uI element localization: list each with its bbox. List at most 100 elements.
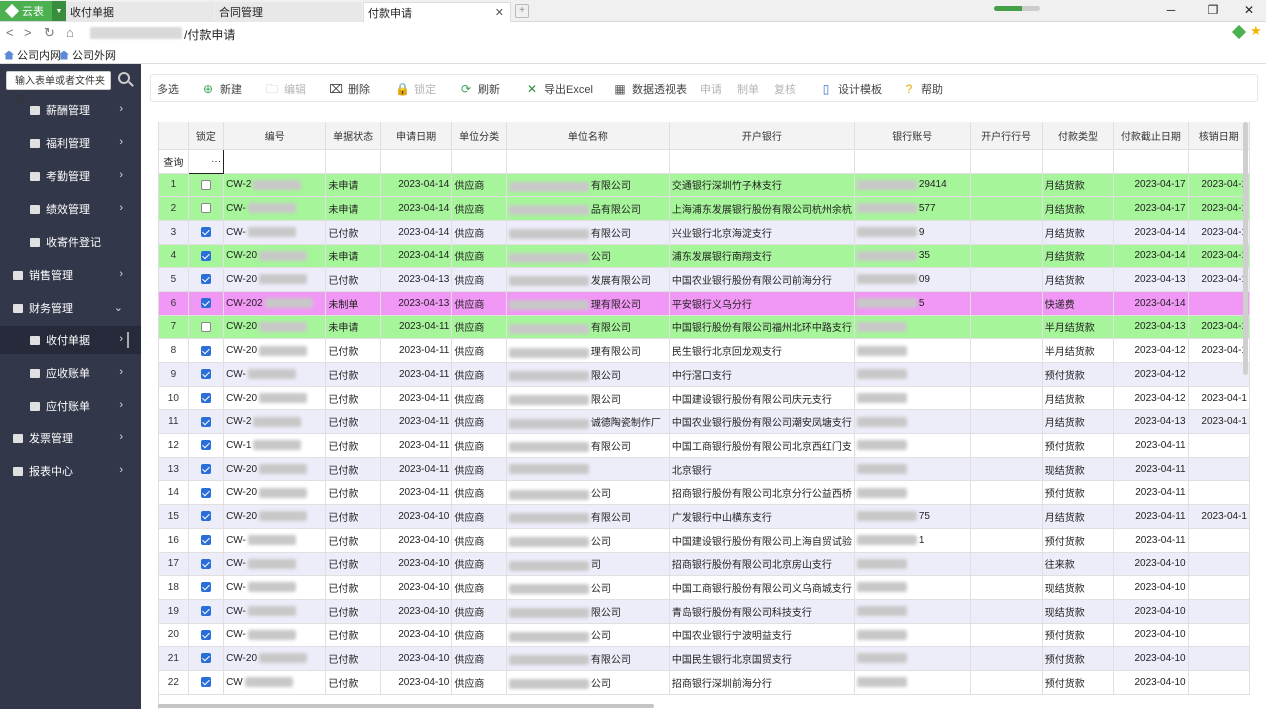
cell-account[interactable]	[854, 433, 971, 458]
lock-cell[interactable]	[188, 362, 225, 387]
cell-name[interactable]: 公司	[506, 480, 670, 506]
cell-id[interactable]: CW-	[223, 552, 327, 577]
cell-name[interactable]: 品有限公司	[506, 196, 670, 221]
cell-bank-code[interactable]	[970, 504, 1043, 529]
cell-due-date[interactable]: 2023-04-11	[1113, 528, 1189, 553]
cell-verify-date[interactable]	[1188, 646, 1250, 671]
cell-name[interactable]: 有限公司	[506, 433, 670, 458]
cell-payment-type[interactable]: 预付货款	[1042, 670, 1115, 695]
lock-cell[interactable]	[188, 528, 225, 553]
cell-date[interactable]: 2023-04-10	[380, 552, 453, 577]
cell-bank-code[interactable]	[970, 338, 1043, 363]
cell-bank[interactable]: 中国农业银行股份有限公司潮安凤塘支行	[669, 409, 855, 435]
cell-payment-type[interactable]: 往来款	[1042, 552, 1115, 577]
table-row[interactable]: 3 CW- 已付款 2023-04-14 供应商 有限公司 兴业银行北京海淀支行 9 月结货款 2…	[159, 220, 1250, 245]
column-header[interactable]: 开户银行	[669, 122, 855, 150]
cell-due-date[interactable]: 2023-04-17	[1113, 196, 1189, 221]
cell-status[interactable]: 已付款	[325, 480, 381, 506]
lock-cell[interactable]	[188, 338, 225, 363]
cell-account[interactable]	[854, 338, 971, 363]
filter-options-button[interactable]: ···	[187, 148, 225, 174]
toolbar-button[interactable]: ⊕ 新建	[201, 81, 242, 97]
cell-payment-type[interactable]: 现结货款	[1042, 457, 1115, 482]
column-header[interactable]: 付款类型	[1042, 122, 1115, 150]
cell-status[interactable]: 未申请	[325, 173, 381, 198]
cell-due-date[interactable]: 2023-04-14	[1113, 220, 1189, 245]
filter-cell[interactable]	[1188, 149, 1250, 174]
cell-payment-type[interactable]: 月结货款	[1042, 173, 1115, 198]
cell-due-date[interactable]: 2023-04-10	[1113, 599, 1189, 624]
cell-date[interactable]: 2023-04-10	[380, 623, 453, 648]
cell-name[interactable]	[506, 457, 670, 482]
cell-account[interactable]	[854, 552, 971, 577]
cell-id[interactable]: CW-	[223, 220, 327, 245]
cell-id[interactable]: CW-1	[223, 433, 327, 458]
cell-verify-date[interactable]: 2023-04-1	[1188, 315, 1250, 340]
extension-icon[interactable]	[1231, 24, 1247, 40]
sidebar-item[interactable]: 应收账单 ›	[0, 359, 141, 387]
cell-category[interactable]: 供应商	[451, 457, 507, 482]
cell-verify-date[interactable]: 2023-04-1	[1188, 504, 1250, 529]
multi-select-toggle[interactable]: 多选	[157, 81, 179, 97]
filter-cell[interactable]	[669, 149, 855, 174]
cell-bank[interactable]: 中国建设银行股份有限公司庆元支行	[669, 386, 855, 411]
cell-category[interactable]: 供应商	[451, 575, 507, 600]
cell-payment-type[interactable]: 快递费	[1042, 291, 1115, 316]
cell-date[interactable]: 2023-04-11	[380, 457, 453, 482]
sidebar-item[interactable]: 发票管理 ›	[0, 424, 141, 452]
cell-name[interactable]: 限公司	[506, 599, 670, 624]
cell-bank[interactable]: 中行滘口支行	[669, 362, 855, 387]
filter-cell[interactable]	[1042, 149, 1115, 174]
cell-category[interactable]: 供应商	[451, 338, 507, 363]
cell-bank-code[interactable]	[970, 433, 1043, 458]
lock-checkbox[interactable]	[200, 416, 211, 427]
lock-checkbox[interactable]	[200, 321, 211, 332]
cell-bank[interactable]: 兴业银行北京海淀支行	[669, 220, 855, 245]
close-tab-icon[interactable]: ✕	[495, 6, 504, 19]
cell-verify-date[interactable]	[1188, 575, 1250, 600]
column-header[interactable]: 开户行行号	[970, 122, 1043, 150]
lock-cell[interactable]	[188, 244, 225, 269]
cell-date[interactable]: 2023-04-10	[380, 599, 453, 624]
sidebar-item[interactable]: 应付账单 ›	[0, 392, 141, 420]
cell-date[interactable]: 2023-04-14	[380, 244, 453, 269]
cell-payment-type[interactable]: 预付货款	[1042, 362, 1115, 387]
cell-account[interactable]: 09	[854, 267, 971, 292]
cell-status[interactable]: 已付款	[325, 409, 381, 435]
cell-verify-date[interactable]: 2023-04-1	[1188, 173, 1250, 198]
cell-verify-date[interactable]: 2023-04-1	[1188, 196, 1250, 221]
sidebar-item[interactable]: 财务管理 ⌄	[0, 294, 141, 322]
lock-cell[interactable]	[188, 552, 225, 577]
lock-cell[interactable]	[188, 220, 225, 245]
lock-checkbox[interactable]	[200, 179, 211, 190]
home-icon[interactable]: ⌂	[66, 25, 74, 40]
toolbar-button[interactable]: ▯ 设计模板	[819, 81, 882, 97]
lock-checkbox[interactable]	[200, 227, 211, 238]
tab-合同管理[interactable]: 合同管理	[215, 2, 362, 22]
cell-date[interactable]: 2023-04-11	[380, 338, 453, 363]
vertical-scrollbar[interactable]	[1243, 122, 1248, 375]
cell-name[interactable]: 公司	[506, 528, 670, 553]
table-row[interactable]: 14 CW-20 已付款 2023-04-11 供应商 公司 招商银行股份有限公司北京分行公…	[159, 480, 1250, 506]
sidebar-item[interactable]: 报表中心 ›	[0, 457, 141, 485]
column-header[interactable]: 单位名称	[506, 122, 670, 150]
cell-category[interactable]: 供应商	[451, 528, 507, 553]
cell-bank[interactable]: 交通银行深圳竹子林支行	[669, 173, 855, 198]
cell-bank-code[interactable]	[970, 457, 1043, 482]
cell-name[interactable]: 公司	[506, 575, 670, 600]
toolbar-button[interactable]: 申请	[700, 81, 722, 97]
cell-date[interactable]: 2023-04-10	[380, 575, 453, 600]
cell-bank[interactable]: 广发银行中山横东支行	[669, 504, 855, 529]
cell-account[interactable]	[854, 670, 971, 695]
cell-payment-type[interactable]: 月结货款	[1042, 267, 1115, 292]
cell-date[interactable]: 2023-04-14	[380, 220, 453, 245]
cell-status[interactable]: 未申请	[325, 196, 381, 221]
cell-bank[interactable]: 中国建设银行股份有限公司上海自贸试验	[669, 528, 855, 553]
cell-id[interactable]: CW-202	[223, 291, 327, 316]
cell-bank-code[interactable]	[970, 315, 1043, 340]
cell-payment-type[interactable]: 半月结货款	[1042, 338, 1115, 363]
table-row[interactable]: 19 CW- 已付款 2023-04-10 供应商 限公司 青岛银行股份有限公司科技支行 现结…	[159, 599, 1250, 624]
cell-status[interactable]: 已付款	[325, 575, 381, 600]
cell-status[interactable]: 已付款	[325, 386, 381, 411]
cell-status[interactable]: 已付款	[325, 528, 381, 553]
